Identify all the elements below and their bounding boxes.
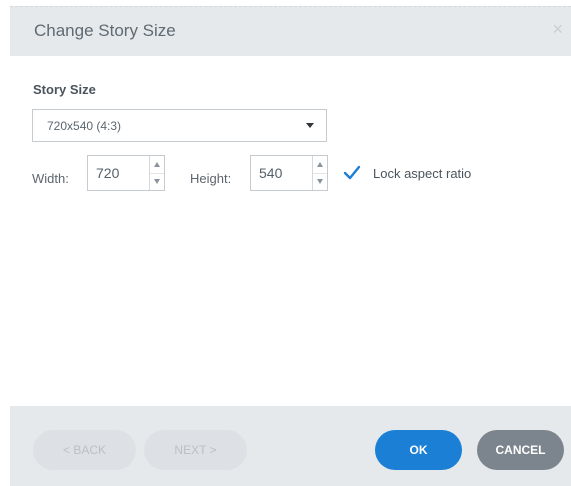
ok-button[interactable]: OK [375, 430, 462, 470]
width-label: Width: [32, 171, 69, 186]
checkmark-icon [343, 165, 361, 180]
dialog-title-bar: Change Story Size × [10, 6, 571, 56]
story-size-label: Story Size [33, 82, 96, 97]
story-size-dropdown[interactable]: 720x540 (4:3) [32, 109, 327, 142]
caret-down-icon [154, 179, 160, 184]
height-stepper[interactable]: 540 [250, 155, 328, 191]
width-increment-button[interactable] [150, 156, 164, 174]
width-spin-buttons [149, 156, 164, 190]
back-button[interactable]: < BACK [33, 430, 136, 470]
width-decrement-button[interactable] [150, 173, 164, 190]
height-decrement-button[interactable] [313, 173, 327, 190]
dialog-footer: < BACK NEXT > OK CANCEL [10, 406, 571, 486]
lock-aspect-ratio-checkbox[interactable] [342, 163, 362, 183]
cancel-button[interactable]: CANCEL [477, 430, 564, 470]
story-size-selected-value: 720x540 (4:3) [47, 119, 122, 133]
height-label: Height: [190, 171, 232, 186]
lock-aspect-ratio-label[interactable]: Lock aspect ratio [373, 166, 471, 181]
next-button[interactable]: NEXT > [144, 430, 247, 470]
width-stepper[interactable]: 720 [87, 155, 165, 191]
width-input[interactable]: 720 [96, 165, 119, 181]
height-input[interactable]: 540 [259, 165, 282, 181]
caret-up-icon [154, 162, 160, 167]
height-increment-button[interactable] [313, 156, 327, 174]
height-spin-buttons [312, 156, 327, 190]
caret-up-icon [317, 162, 323, 167]
change-story-size-dialog: Change Story Size × Story Size 720x540 (… [0, 0, 571, 486]
close-icon[interactable]: × [552, 20, 563, 38]
chevron-down-icon [306, 123, 314, 128]
dialog-title: Change Story Size [34, 21, 176, 40]
caret-down-icon [317, 179, 323, 184]
